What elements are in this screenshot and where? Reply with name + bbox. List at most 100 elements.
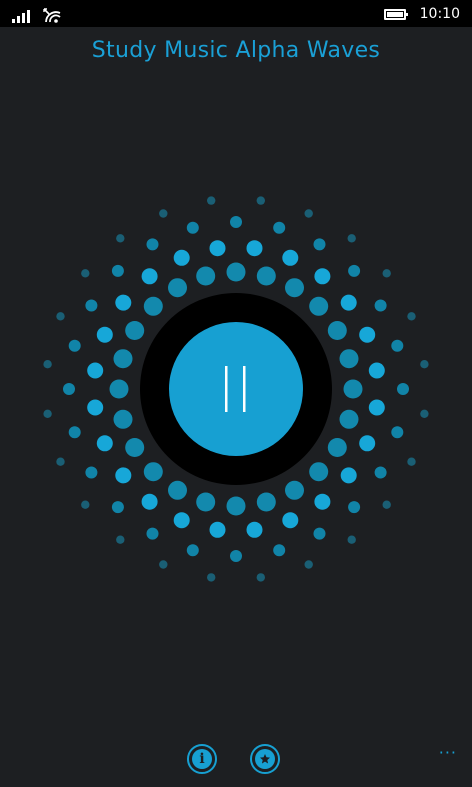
wave-dot xyxy=(327,438,347,457)
wave-dot xyxy=(382,269,391,278)
app-screen: 10:10 Study Music Alpha Waves i ··· xyxy=(0,0,472,787)
wave-dot xyxy=(81,269,90,278)
wave-dot xyxy=(196,492,216,512)
wave-dot xyxy=(115,467,132,484)
wave-dot xyxy=(173,249,190,266)
wave-dot xyxy=(111,501,124,514)
wave-dot xyxy=(196,266,216,286)
wave-dot xyxy=(256,196,265,205)
wave-dot xyxy=(397,383,409,395)
wave-dot xyxy=(113,349,133,369)
wave-dot xyxy=(343,379,363,399)
wave-dot xyxy=(173,512,190,529)
wave-dot xyxy=(226,496,246,516)
wave-dot xyxy=(143,296,163,316)
wave-dot xyxy=(273,544,286,557)
wave-dot xyxy=(256,266,276,286)
wave-dot xyxy=(359,326,376,343)
wave-dot xyxy=(340,467,357,484)
wave-dot xyxy=(207,196,216,205)
wave-dot xyxy=(125,321,145,340)
wave-dot xyxy=(282,249,299,266)
wave-dot xyxy=(116,535,125,544)
pause-button[interactable] xyxy=(170,322,304,456)
app-bar: i ··· xyxy=(0,737,472,787)
wave-dot xyxy=(309,462,329,482)
wave-dot xyxy=(43,409,52,418)
wave-dot xyxy=(68,339,81,352)
wave-dot xyxy=(309,296,329,316)
wave-dot xyxy=(304,209,313,218)
wave-dot xyxy=(340,294,357,311)
wave-dot xyxy=(313,527,326,540)
wave-dot xyxy=(96,326,113,343)
wave-dot xyxy=(125,438,145,457)
wave-dot xyxy=(246,521,263,538)
wave-dot xyxy=(347,535,356,544)
wave-dot xyxy=(230,550,242,562)
wave-dot xyxy=(68,426,81,439)
wave-dot xyxy=(407,457,416,466)
wave-dot xyxy=(168,278,187,298)
wave-dot xyxy=(207,573,216,582)
wave-dot xyxy=(159,560,168,569)
wave-dot xyxy=(168,480,187,500)
wave-dot xyxy=(391,426,404,439)
wave-dot xyxy=(230,216,242,228)
favorite-button[interactable] xyxy=(250,744,280,774)
wave-dot xyxy=(282,512,299,529)
wave-dot xyxy=(382,500,391,509)
wave-dot xyxy=(109,379,129,399)
more-options-button[interactable]: ··· xyxy=(439,743,457,762)
wave-dot xyxy=(348,264,361,277)
wave-dot xyxy=(56,312,65,321)
wave-dot xyxy=(314,268,331,285)
wave-dot xyxy=(43,360,52,369)
wave-dot xyxy=(115,294,132,311)
wave-dot xyxy=(56,457,65,466)
wave-dot xyxy=(146,527,159,540)
wave-dot xyxy=(420,360,429,369)
wave-dot xyxy=(246,240,263,257)
wave-dot xyxy=(159,209,168,218)
wave-dot xyxy=(339,409,359,429)
wave-dot xyxy=(273,221,286,234)
wave-dot xyxy=(141,493,158,510)
wave-dot xyxy=(141,268,158,285)
wave-dot xyxy=(420,409,429,418)
wave-dot xyxy=(209,521,226,538)
wave-dot xyxy=(285,480,304,500)
wave-dot xyxy=(186,221,199,234)
wave-dot xyxy=(87,399,104,416)
wave-dot xyxy=(63,383,75,395)
wave-dot xyxy=(359,435,376,452)
wave-dot xyxy=(347,234,356,243)
wave-dot xyxy=(368,399,385,416)
star-icon xyxy=(255,749,275,769)
info-button[interactable]: i xyxy=(187,744,217,774)
wave-dot xyxy=(226,262,246,282)
wave-dot xyxy=(87,362,104,379)
wave-dot xyxy=(209,240,226,257)
wave-dot xyxy=(116,234,125,243)
wave-dot xyxy=(96,435,113,452)
wave-dot xyxy=(256,573,265,582)
wave-dot xyxy=(313,238,326,251)
wave-dot xyxy=(368,362,385,379)
wave-dot xyxy=(339,349,359,369)
wave-dot xyxy=(256,492,276,512)
wave-dot xyxy=(327,321,347,340)
wave-dot xyxy=(407,312,416,321)
wave-dot xyxy=(186,544,199,557)
info-icon: i xyxy=(192,749,212,769)
wave-dot xyxy=(314,493,331,510)
wave-dot xyxy=(374,299,387,312)
wave-dot xyxy=(285,278,304,298)
wave-dot xyxy=(304,560,313,569)
wave-dot xyxy=(374,466,387,479)
wave-dot xyxy=(85,466,98,479)
wave-dot xyxy=(348,501,361,514)
wave-dot xyxy=(113,409,133,429)
wave-dot xyxy=(143,462,163,482)
wave-dot xyxy=(391,339,404,352)
